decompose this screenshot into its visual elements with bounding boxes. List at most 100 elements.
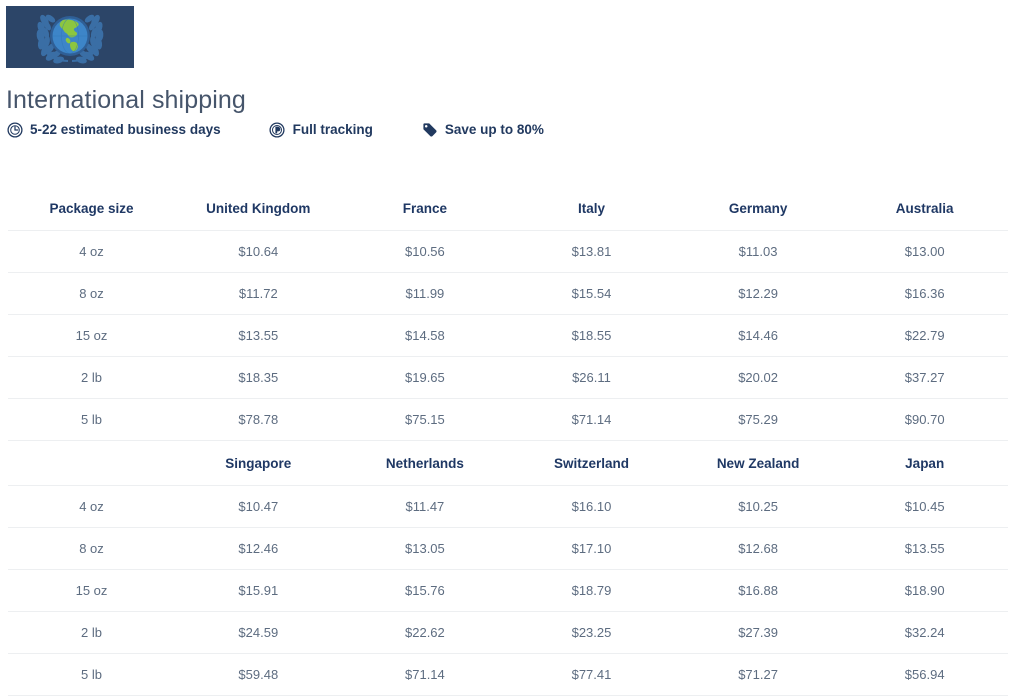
row-label-package-size: 4 oz (8, 485, 175, 528)
price-cell: $10.45 (841, 485, 1008, 528)
price-cell: $22.79 (841, 314, 1008, 357)
price-cell: $16.10 (508, 485, 675, 528)
column-header-destination: Germany (674, 186, 842, 231)
clock-icon (6, 121, 23, 138)
price-cell: $13.55 (175, 314, 342, 357)
table-body-block-2: 4 oz $10.47 $11.47 $16.10 $10.25 $10.45 … (8, 485, 1008, 696)
price-cell: $13.00 (841, 230, 1008, 273)
emblem-artwork (6, 6, 134, 68)
table-row: 15 oz $15.91 $15.76 $18.79 $16.88 $18.90 (8, 569, 1008, 612)
column-header-destination: Singapore (175, 440, 342, 486)
table-row: 4 oz $10.47 $11.47 $16.10 $10.25 $10.45 (8, 485, 1008, 528)
column-header-spacer (8, 440, 175, 486)
table-body-block-1: 4 oz $10.64 $10.56 $13.81 $11.03 $13.00 … (8, 230, 1008, 441)
price-cell: $12.68 (674, 527, 842, 570)
badge-tracking: Full tracking (269, 121, 373, 138)
price-cell: $24.59 (175, 611, 342, 654)
price-cell: $13.55 (841, 527, 1008, 570)
price-cell: $14.46 (674, 314, 842, 357)
column-header-destination: Japan (841, 440, 1008, 486)
column-header-destination: United Kingdom (175, 186, 342, 231)
badge-delivery-time: 5-22 estimated business days (6, 121, 221, 138)
row-label-package-size: 8 oz (8, 272, 175, 315)
row-label-package-size: 2 lb (8, 611, 175, 654)
table-row: 5 lb $59.48 $71.14 $77.41 $71.27 $56.94 (8, 653, 1008, 696)
price-cell: $15.76 (341, 569, 509, 612)
price-cell: $11.03 (674, 230, 842, 273)
table-head-block-1: Package size United Kingdom France Italy… (8, 186, 1008, 231)
price-cell: $23.25 (508, 611, 675, 654)
row-label-package-size: 15 oz (8, 569, 175, 612)
price-cell: $75.29 (674, 398, 842, 441)
price-tag-icon (421, 121, 438, 138)
price-cell: $59.48 (175, 653, 342, 696)
price-cell: $27.39 (674, 611, 842, 654)
badge-savings: Save up to 80% (421, 121, 544, 138)
price-cell: $11.72 (175, 272, 342, 315)
price-cell: $18.79 (508, 569, 675, 612)
row-label-package-size: 5 lb (8, 653, 175, 696)
column-header-destination: Switzerland (508, 440, 675, 486)
price-cell: $22.62 (341, 611, 509, 654)
price-cell: $17.10 (508, 527, 675, 570)
globe-icon (50, 16, 90, 56)
price-cell: $10.56 (341, 230, 509, 273)
table-row: 15 oz $13.55 $14.58 $18.55 $14.46 $22.79 (8, 314, 1008, 357)
column-header-destination: Italy (508, 186, 675, 231)
price-cell: $12.46 (175, 527, 342, 570)
column-header-destination: France (341, 186, 509, 231)
price-cell: $71.14 (508, 398, 675, 441)
shipping-rate-table: Package size United Kingdom France Italy… (8, 186, 1008, 696)
price-cell: $26.11 (508, 356, 675, 399)
price-cell: $16.36 (841, 272, 1008, 315)
price-cell: $10.47 (175, 485, 342, 528)
header-row: Singapore Netherlands Switzerland New Ze… (8, 440, 1008, 486)
price-cell: $75.15 (341, 398, 509, 441)
price-cell: $15.54 (508, 272, 675, 315)
price-cell: $11.47 (341, 485, 509, 528)
page-title: International shipping (6, 86, 246, 114)
price-cell: $37.27 (841, 356, 1008, 399)
row-label-package-size: 8 oz (8, 527, 175, 570)
table-head-block-2: Singapore Netherlands Switzerland New Ze… (8, 440, 1008, 486)
table-row: 2 lb $18.35 $19.65 $26.11 $20.02 $37.27 (8, 356, 1008, 399)
table-row: 4 oz $10.64 $10.56 $13.81 $11.03 $13.00 (8, 230, 1008, 273)
price-cell: $14.58 (341, 314, 509, 357)
price-cell: $15.91 (175, 569, 342, 612)
row-label-package-size: 15 oz (8, 314, 175, 357)
price-cell: $10.25 (674, 485, 842, 528)
column-header-package-size: Package size (8, 186, 175, 231)
table-row: 2 lb $24.59 $22.62 $23.25 $27.39 $32.24 (8, 611, 1008, 654)
price-cell: $13.05 (341, 527, 509, 570)
price-cell: $56.94 (841, 653, 1008, 696)
price-cell: $90.70 (841, 398, 1008, 441)
price-cell: $32.24 (841, 611, 1008, 654)
feature-badge-row: 5-22 estimated business days Full tracki… (6, 121, 544, 138)
international-shipping-emblem (6, 6, 134, 68)
table-row: 8 oz $12.46 $13.05 $17.10 $12.68 $13.55 (8, 527, 1008, 570)
badge-label: Save up to 80% (444, 122, 544, 137)
price-cell: $10.64 (175, 230, 342, 273)
price-cell: $20.02 (674, 356, 842, 399)
price-cell: $13.81 (508, 230, 675, 273)
price-cell: $19.65 (341, 356, 509, 399)
table-row: 5 lb $78.78 $75.15 $71.14 $75.29 $90.70 (8, 398, 1008, 441)
price-cell: $78.78 (175, 398, 342, 441)
row-label-package-size: 2 lb (8, 356, 175, 399)
price-cell: $12.29 (674, 272, 842, 315)
column-header-destination: Australia (841, 186, 1008, 231)
price-cell: $18.35 (175, 356, 342, 399)
table-row: 8 oz $11.72 $11.99 $15.54 $12.29 $16.36 (8, 272, 1008, 315)
price-cell: $71.27 (674, 653, 842, 696)
price-cell: $71.14 (341, 653, 509, 696)
header-row: Package size United Kingdom France Italy… (8, 186, 1008, 231)
row-label-package-size: 4 oz (8, 230, 175, 273)
price-cell: $77.41 (508, 653, 675, 696)
row-label-package-size: 5 lb (8, 398, 175, 441)
column-header-destination: Netherlands (341, 440, 509, 486)
column-header-destination: New Zealand (674, 440, 842, 486)
price-cell: $18.55 (508, 314, 675, 357)
price-cell: $16.88 (674, 569, 842, 612)
badge-label: 5-22 estimated business days (30, 122, 221, 137)
price-cell: $18.90 (841, 569, 1008, 612)
